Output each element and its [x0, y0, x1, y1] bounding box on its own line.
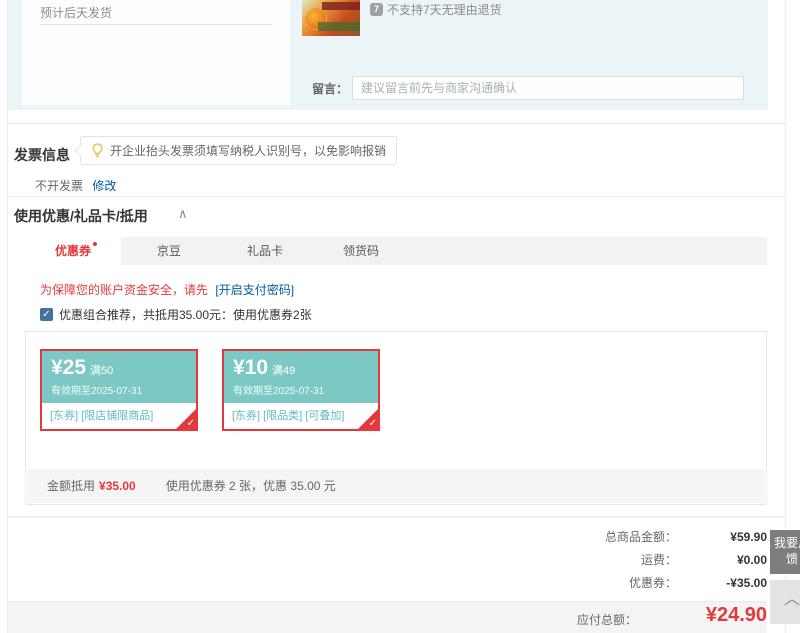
- tab-coupon[interactable]: 优惠券: [25, 237, 121, 265]
- deduction-label: 金额抵用: [47, 479, 96, 493]
- deduction-amount: ¥35.00: [99, 479, 136, 493]
- shipping-estimate-text: 预计后天发货: [40, 6, 113, 20]
- total-payable-value: ¥24.90: [705, 604, 767, 626]
- collapse-caret-icon[interactable]: ∧: [178, 206, 188, 222]
- security-notice-text: 为保障您的账户资金安全，请先: [40, 283, 209, 297]
- no-7day-return-icon: 7: [370, 3, 383, 16]
- coupon-panel: ¥25 满50 有效期至2025-07-31 [东券] [限店铺限商品] ✓ ¥1…: [25, 331, 767, 505]
- discount-tabbar: 优惠券 京豆 礼品卡 领货码: [25, 237, 767, 265]
- product-thumbnail[interactable]: [302, 0, 360, 36]
- coupon-validity: 有效期至2025-07-31: [233, 386, 325, 397]
- coupon-body: ¥25 满50 有效期至2025-07-31: [42, 351, 196, 403]
- coupon-tab-badge-dot: [93, 242, 97, 246]
- summary-row-subtotal: 总商品金额： ¥59.90: [407, 528, 767, 545]
- summary-row-coupon: 优惠券： -¥35.00: [407, 574, 767, 591]
- tab-jingdou[interactable]: 京豆: [121, 237, 217, 265]
- shipping-option-box[interactable]: 预计后天发货: [22, 0, 290, 105]
- summary-label: 总商品金额：: [604, 530, 677, 544]
- coupon-body: ¥10 满49 有效期至2025-07-31: [224, 351, 378, 403]
- coupon-validity: 有效期至2025-07-31: [51, 386, 143, 397]
- tab-coupon-label: 优惠券: [54, 244, 91, 258]
- message-label: 留言：: [312, 81, 349, 96]
- summary-label: 优惠券：: [628, 576, 677, 590]
- back-to-top-icon: ︿: [783, 591, 800, 608]
- summary-row-shipping-fee: 运费： ¥0.00: [407, 551, 767, 568]
- tab-pickup-code[interactable]: 领货码: [313, 237, 409, 265]
- message-row: 留言：: [312, 76, 745, 100]
- no-return-text: 不支持7天无理由退货: [387, 3, 502, 17]
- invoice-section-title: 发票信息: [14, 147, 70, 163]
- coupon-card-25[interactable]: ¥25 满50 有效期至2025-07-31 [东券] [限店铺限商品] ✓: [40, 349, 198, 431]
- total-payable-label: 应付总额：: [576, 613, 637, 627]
- combo-recommend-row: ✓ 优惠组合推荐，共抵用35.00元：使用优惠券2张: [40, 306, 312, 323]
- back-to-top-button[interactable]: ︿: [770, 580, 800, 624]
- checkout-page: 预计后天发货 7 不支持7天无理由退货 留言： 发票信息 开企业抬头发票须填写纳…: [0, 0, 800, 633]
- coupon-amount: ¥25: [51, 356, 87, 379]
- discount-section-title: 使用优惠/礼品卡/抵用: [14, 208, 148, 224]
- combo-label: 优惠组合推荐，共抵用35.00元：使用优惠券2张: [59, 308, 312, 322]
- summary-divider: [8, 516, 785, 518]
- coupon-check-icon: ✓: [186, 418, 195, 429]
- set-payment-password-link[interactable]: [开启支付密码]: [215, 283, 294, 297]
- invoice-modify-link[interactable]: 修改: [92, 179, 116, 193]
- tab-pickup-code-label: 领货码: [342, 244, 379, 258]
- invoice-tip-text: 开企业抬头发票须填写纳税人识别号，以免影响报销: [110, 144, 387, 158]
- coupon-check-icon: ✓: [368, 418, 377, 429]
- coupon-amount: ¥10: [233, 356, 269, 379]
- tab-giftcard-label: 礼品卡: [246, 244, 283, 258]
- coupon-tags: [东券] [限品类] [可叠加]: [232, 410, 345, 422]
- security-notice: 为保障您的账户资金安全，请先 [开启支付密码]: [40, 281, 294, 298]
- invoice-tip-bubble: 开企业抬头发票须填写纳税人识别号，以免影响报销: [74, 136, 398, 165]
- summary-value: ¥59.90: [730, 529, 767, 544]
- summary-label: 运费：: [640, 553, 677, 567]
- feedback-button[interactable]: 我要反馈: [770, 530, 800, 574]
- shipping-divider: [40, 24, 272, 25]
- coupon-condition: 满49: [272, 365, 296, 377]
- deduction-detail: 使用优惠券 2 张，优惠 35.00 元: [165, 479, 336, 493]
- coupon-condition: 满50: [90, 365, 114, 377]
- bubble-arrow: [74, 145, 86, 157]
- message-input[interactable]: [352, 76, 745, 100]
- tab-giftcard[interactable]: 礼品卡: [217, 237, 313, 265]
- coupon-card-10[interactable]: ¥10 满49 有效期至2025-07-31 [东券] [限品类] [可叠加] ✓: [222, 349, 380, 431]
- product-thumbnail-decor: [322, 2, 360, 10]
- no-return-note: 7 不支持7天无理由退货: [370, 1, 502, 18]
- coupon-deduction-bar: 金额抵用 ¥35.00 使用优惠券 2 张，优惠 35.00 元: [27, 469, 765, 503]
- total-payable-bar: 应付总额： ¥24.90: [8, 601, 767, 633]
- section-divider: [8, 123, 785, 124]
- lightbulb-icon: [92, 143, 103, 157]
- invoice-current-row: 不开发票 修改: [35, 177, 116, 194]
- combo-checkbox[interactable]: ✓: [40, 308, 53, 321]
- tab-jingdou-label: 京豆: [156, 244, 181, 258]
- product-thumbnail-decor: [318, 22, 360, 31]
- section-divider: [8, 196, 785, 197]
- coupon-tags: [东券] [限店铺限商品]: [50, 410, 154, 422]
- summary-value: -¥35.00: [726, 575, 767, 590]
- summary-value: ¥0.00: [736, 552, 767, 567]
- invoice-current-value: 不开发票: [35, 179, 84, 193]
- shipping-section: 预计后天发货 7 不支持7天无理由退货 留言：: [8, 0, 768, 110]
